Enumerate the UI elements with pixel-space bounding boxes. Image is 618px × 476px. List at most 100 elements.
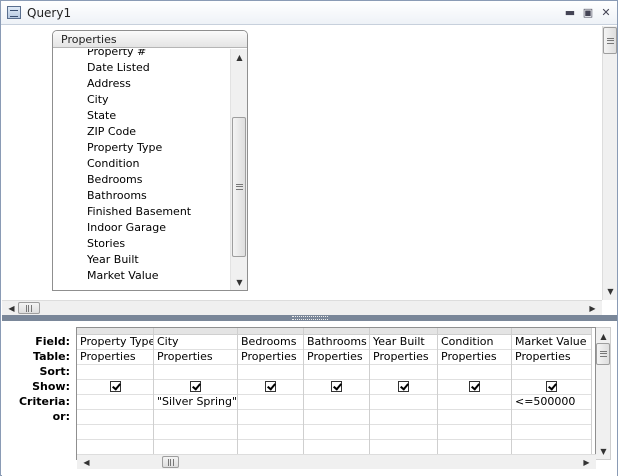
field-list-item[interactable]: Year Built xyxy=(53,252,230,268)
grid-cell-or[interactable] xyxy=(512,410,591,425)
grid-cell-sort[interactable] xyxy=(512,365,591,380)
design-grid-horizontal-scrollbar[interactable]: ◀ ▶ xyxy=(77,454,596,469)
grid-cell-field[interactable]: Condition xyxy=(438,335,511,350)
column-selector[interactable] xyxy=(154,328,237,335)
grid-column[interactable]: Year Built Properties xyxy=(370,328,438,459)
design-grid-vertical-scrollbar[interactable]: ▲ ▼ xyxy=(596,327,611,460)
maximize-icon[interactable]: ▣ xyxy=(581,6,595,19)
grid-cell-empty[interactable] xyxy=(77,440,153,455)
field-list-item[interactable]: Property # xyxy=(53,49,230,60)
scroll-down-arrow-icon[interactable]: ▼ xyxy=(603,284,618,299)
show-checkbox[interactable] xyxy=(265,381,276,392)
grid-cell-empty[interactable] xyxy=(154,425,237,440)
grid-cell-sort[interactable] xyxy=(370,365,437,380)
grid-cell-or[interactable] xyxy=(438,410,511,425)
grid-cell-or[interactable] xyxy=(370,410,437,425)
scroll-thumb[interactable] xyxy=(603,27,617,54)
field-list-item[interactable]: Market Value xyxy=(53,268,230,284)
grid-column[interactable]: Bathrooms Properties xyxy=(304,328,370,459)
grid-cell-table[interactable]: Properties xyxy=(512,350,591,365)
show-checkbox[interactable] xyxy=(331,381,342,392)
grid-cell-sort[interactable] xyxy=(304,365,369,380)
grid-cell-empty[interactable] xyxy=(438,440,511,455)
column-selector[interactable] xyxy=(370,328,437,335)
field-list-item[interactable]: Bedrooms xyxy=(53,172,230,188)
show-checkbox[interactable] xyxy=(546,381,557,392)
grid-cell-sort[interactable] xyxy=(438,365,511,380)
grid-cell-sort[interactable] xyxy=(238,365,303,380)
grid-cell-show[interactable] xyxy=(77,380,153,395)
show-checkbox[interactable] xyxy=(190,381,201,392)
grid-cell-empty[interactable] xyxy=(512,425,591,440)
grid-cell-empty[interactable] xyxy=(238,425,303,440)
grid-cell-empty[interactable] xyxy=(154,440,237,455)
close-icon[interactable]: ✕ xyxy=(599,6,613,19)
scroll-right-arrow-icon[interactable]: ▶ xyxy=(585,301,600,316)
grid-cell-empty[interactable] xyxy=(370,440,437,455)
title-bar[interactable]: Query1 ▬ ▣ ✕ xyxy=(1,1,617,25)
grid-cell-criteria[interactable] xyxy=(370,395,437,410)
grid-cell-field[interactable]: Year Built xyxy=(370,335,437,350)
grid-cell-table[interactable]: Properties xyxy=(238,350,303,365)
grid-cell-show[interactable] xyxy=(238,380,303,395)
grid-cell-or[interactable] xyxy=(238,410,303,425)
field-list-item[interactable]: Condition xyxy=(53,156,230,172)
field-list-item[interactable]: Finished Basement xyxy=(53,204,230,220)
grid-cell-sort[interactable] xyxy=(154,365,237,380)
scroll-down-arrow-icon[interactable]: ▼ xyxy=(596,444,611,459)
column-selector[interactable] xyxy=(512,328,591,335)
grid-cell-sort[interactable] xyxy=(77,365,153,380)
grid-cell-field[interactable]: Bathrooms xyxy=(304,335,369,350)
grid-cell-field[interactable]: Property Type xyxy=(77,335,153,350)
grid-cell-show[interactable] xyxy=(304,380,369,395)
grid-cell-table[interactable]: Properties xyxy=(77,350,153,365)
grid-cell-criteria[interactable] xyxy=(238,395,303,410)
minimize-icon[interactable]: ▬ xyxy=(563,6,577,19)
scroll-thumb[interactable] xyxy=(596,343,610,365)
show-checkbox[interactable] xyxy=(398,381,409,392)
show-checkbox[interactable] xyxy=(109,381,121,392)
grid-cell-field[interactable]: Bedrooms xyxy=(238,335,303,350)
grid-cell-empty[interactable] xyxy=(304,425,369,440)
field-list-scrollbar[interactable]: ▲ ▼ xyxy=(230,49,247,290)
grid-cell-show[interactable] xyxy=(154,380,237,395)
grid-cell-or[interactable] xyxy=(77,410,153,425)
column-selector[interactable] xyxy=(77,328,153,335)
field-list-item[interactable]: Property Type xyxy=(53,140,230,156)
grid-cell-field[interactable]: Market Value xyxy=(512,335,591,350)
grid-cell-table[interactable]: Properties xyxy=(304,350,369,365)
grid-column[interactable]: City Properties "Silver Spring" xyxy=(154,328,238,459)
grid-cell-table[interactable]: Properties xyxy=(438,350,511,365)
grid-column[interactable]: Property Type Properties xyxy=(77,328,154,459)
scroll-left-arrow-icon[interactable]: ◀ xyxy=(79,455,94,470)
design-grid[interactable]: Property Type Properties City Properties "Si… xyxy=(76,327,596,460)
column-selector[interactable] xyxy=(304,328,369,335)
field-list-item[interactable]: Bathrooms xyxy=(53,188,230,204)
grid-column[interactable]: Market Value Properties <=500000 xyxy=(512,328,592,459)
grid-cell-criteria[interactable] xyxy=(304,395,369,410)
scroll-right-arrow-icon[interactable]: ▶ xyxy=(579,455,594,470)
scroll-thumb[interactable] xyxy=(162,456,179,468)
grid-cell-table[interactable]: Properties xyxy=(370,350,437,365)
table-pane-vertical-scrollbar[interactable]: ▼ xyxy=(602,26,617,300)
scroll-left-arrow-icon[interactable]: ◀ xyxy=(4,301,19,316)
column-selector[interactable] xyxy=(238,328,303,335)
field-list-item[interactable]: Stories xyxy=(53,236,230,252)
field-list-item[interactable]: ZIP Code xyxy=(53,124,230,140)
field-list-properties[interactable]: Properties Property # Date Listed Address C… xyxy=(52,30,248,291)
show-checkbox[interactable] xyxy=(469,381,480,392)
field-list-item[interactable]: Address xyxy=(53,76,230,92)
scroll-thumb[interactable] xyxy=(232,117,246,257)
table-pane-horizontal-scrollbar[interactable]: ◀ ▶ xyxy=(2,300,602,315)
field-list-item[interactable]: City xyxy=(53,92,230,108)
grid-cell-or[interactable] xyxy=(154,410,237,425)
grid-cell-criteria[interactable] xyxy=(438,395,511,410)
scroll-up-arrow-icon[interactable]: ▲ xyxy=(232,50,247,65)
field-list-item[interactable]: State xyxy=(53,108,230,124)
grid-cell-field[interactable]: City xyxy=(154,335,237,350)
field-list-title[interactable]: Properties xyxy=(53,31,247,48)
grid-cell-or[interactable] xyxy=(304,410,369,425)
scroll-thumb[interactable] xyxy=(18,302,40,314)
table-pane[interactable]: Properties Property # Date Listed Address C… xyxy=(2,26,602,300)
scroll-up-arrow-icon[interactable]: ▲ xyxy=(596,329,611,344)
